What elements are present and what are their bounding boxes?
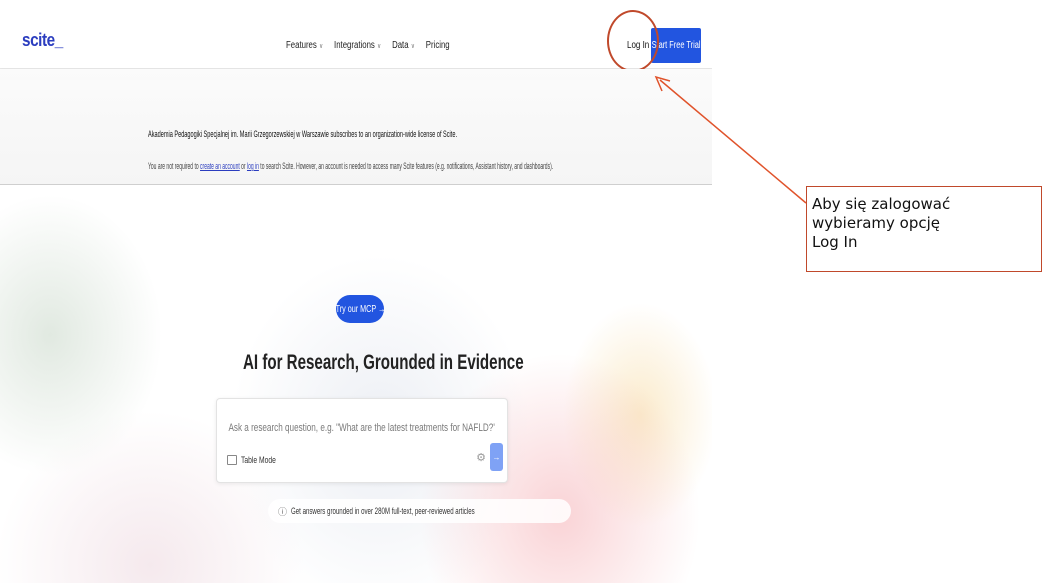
table-mode-checkbox[interactable] — [227, 455, 237, 465]
license-notice-text: Akademia Pedagogiki Specjalnej im. Marii… — [148, 129, 458, 139]
license-notice: Akademia Pedagogiki Specjalnej im. Marii… — [0, 69, 712, 185]
create-account-link[interactable]: create an account — [200, 161, 240, 171]
annotation-line-3: Log In — [812, 233, 858, 251]
notice-login-link[interactable]: log in — [247, 161, 259, 171]
nav-links: Features ∨ Integrations ∨ Data ∨ Pricing — [286, 40, 450, 51]
try-mcp-button[interactable]: Try our MCP → — [335, 295, 385, 323]
grounded-info-pill: ⓘ Get answers grounded in over 280M full… — [268, 499, 572, 523]
chevron-down-icon: ∨ — [319, 42, 324, 50]
top-navbar: scite_ Features ∨ Integrations ∨ Data ∨ … — [0, 0, 712, 72]
nav-features-label: Features — [286, 40, 317, 51]
hero-section: Try our MCP → AI for Research, Grounded … — [0, 185, 712, 583]
nav-pricing-label: Pricing — [425, 40, 450, 51]
arrow-right-icon: → — [492, 452, 501, 462]
annotation-line-1: Aby się zalogować — [812, 195, 951, 213]
scite-screenshot: scite_ Features ∨ Integrations ∨ Data ∨ … — [0, 0, 712, 583]
account-notice-suffix: to search Scite. However, an account is … — [258, 161, 554, 171]
nav-integrations-label: Integrations — [334, 40, 375, 51]
search-box: Table Mode ⚙ → — [216, 398, 508, 483]
submit-search-button[interactable]: → — [490, 443, 503, 471]
hero-title: AI for Research, Grounded in Evidence — [243, 351, 524, 374]
annotation-callout: Aby się zalogować wybieramy opcję Log In — [806, 186, 1042, 272]
annotation-line-2: wybieramy opcję — [812, 214, 941, 232]
nav-features[interactable]: Features ∨ — [286, 40, 323, 51]
grounded-info-text: Get answers grounded in over 280M full-t… — [291, 506, 475, 516]
table-mode-toggle[interactable]: Table Mode — [227, 455, 288, 465]
nav-integrations[interactable]: Integrations ∨ — [334, 40, 381, 51]
account-notice-prefix: You are not required to — [148, 161, 201, 171]
nav-data[interactable]: Data ∨ — [392, 40, 415, 51]
login-highlight-circle — [607, 10, 659, 72]
nav-data-label: Data — [392, 40, 409, 51]
chevron-down-icon: ∨ — [377, 42, 382, 50]
chevron-down-icon: ∨ — [410, 42, 415, 50]
account-notice-text: You are not required to create an accoun… — [148, 161, 553, 171]
search-input[interactable] — [227, 421, 497, 435]
lightbulb-icon: ⓘ — [278, 506, 288, 517]
nav-pricing[interactable]: Pricing — [426, 40, 450, 51]
table-mode-label: Table Mode — [241, 455, 276, 465]
scite-logo[interactable]: scite_ — [22, 30, 63, 51]
settings-icon[interactable]: ⚙ — [474, 450, 488, 464]
try-mcp-label: Try our MCP → — [335, 303, 385, 315]
